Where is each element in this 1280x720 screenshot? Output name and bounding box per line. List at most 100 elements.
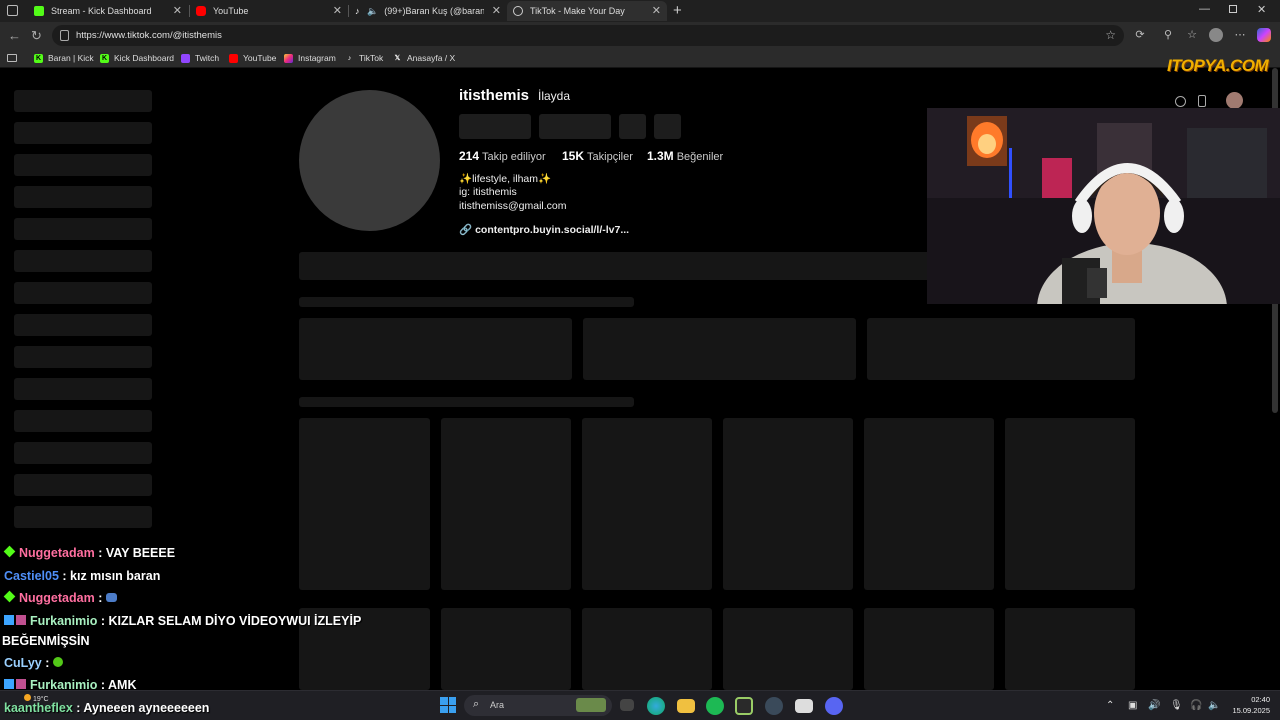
- search-icon: ⌕: [473, 698, 480, 710]
- close-tab-icon[interactable]: ✕: [652, 4, 661, 17]
- device-icon[interactable]: [1198, 95, 1206, 107]
- card-skeleton: [299, 318, 572, 380]
- card-skeleton: [583, 318, 856, 380]
- user-avatar[interactable]: [1226, 92, 1243, 109]
- video-thumbnail[interactable]: [299, 418, 430, 590]
- site-info-icon[interactable]: [60, 30, 69, 41]
- close-tab-icon[interactable]: ✕: [333, 4, 342, 17]
- instagram-icon: [284, 53, 293, 63]
- spotify-icon[interactable]: [706, 697, 724, 715]
- section-title-skeleton: [299, 397, 634, 407]
- bookmark-tiktok[interactable]: ♪ TikTok: [345, 53, 384, 63]
- reading-list-icon[interactable]: [7, 54, 17, 62]
- minimize-icon[interactable]: —: [1199, 3, 1210, 15]
- bookmark-baran-kick[interactable]: K Baran | Kick: [34, 53, 94, 63]
- video-thumbnail[interactable]: [864, 608, 994, 690]
- bookmark-instagram[interactable]: Instagram: [284, 53, 336, 63]
- favorite-star-icon[interactable]: ☆: [1105, 28, 1116, 42]
- followers-count[interactable]: 15K Takipçiler: [562, 149, 633, 163]
- extensions-icon[interactable]: ⟳: [1134, 29, 1146, 41]
- speaker-icon[interactable]: 🔈: [367, 6, 378, 17]
- close-window-icon[interactable]: ✕: [1257, 3, 1266, 16]
- app-window-icon[interactable]: [795, 699, 813, 713]
- bookmark-kick-dashboard[interactable]: K Kick Dashboard: [100, 53, 174, 63]
- chat-badge-icon: [16, 679, 26, 689]
- profile-nickname: İlayda: [538, 89, 571, 103]
- tab-actions-icon[interactable]: [7, 5, 18, 16]
- task-view-icon[interactable]: [620, 699, 634, 711]
- add-friend-button[interactable]: [619, 114, 646, 139]
- chat-badge-icon: [3, 545, 16, 558]
- close-tab-icon[interactable]: ✕: [173, 4, 182, 17]
- tab-label: YouTube: [213, 6, 249, 16]
- tray-app-icon[interactable]: ▣: [1128, 700, 1137, 711]
- profile-avatar[interactable]: [299, 90, 440, 231]
- discord-icon[interactable]: [825, 697, 843, 715]
- taskbar-search[interactable]: ⌕ Ara: [464, 695, 612, 716]
- tab-kick-dashboard[interactable]: Stream - Kick Dashboard ✕: [28, 1, 188, 21]
- follow-button[interactable]: [459, 114, 531, 139]
- video-thumbnail[interactable]: [864, 418, 994, 590]
- chat-badge-icon: [4, 615, 14, 625]
- tiktok-icon: ♪: [355, 6, 360, 16]
- video-thumbnail[interactable]: [582, 418, 712, 590]
- back-icon[interactable]: ←: [8, 28, 21, 43]
- url-text: https://www.tiktok.com/@itisthemis: [76, 30, 222, 41]
- tray-chevron-icon[interactable]: ⌃: [1106, 700, 1114, 711]
- tab-label: TikTok - Make Your Day: [530, 6, 625, 16]
- subtitle-skeleton: [299, 297, 634, 307]
- close-tab-icon[interactable]: ✕: [492, 4, 501, 17]
- profile-avatar[interactable]: [1209, 28, 1223, 42]
- edge-icon[interactable]: [647, 697, 665, 715]
- x-icon: 𝕏: [394, 54, 401, 62]
- youtube-icon: [196, 6, 206, 16]
- tab-tiktok-baran[interactable]: ♪ 🔈 (99+)Baran Kuş (@barankus ✕: [349, 1, 507, 21]
- audio-icon[interactable]: 🎧: [1190, 700, 1202, 711]
- video-thumbnail[interactable]: [723, 418, 853, 590]
- network-icon[interactable]: 🔈: [1208, 700, 1220, 711]
- bio-link[interactable]: 🔗 contentpro.buyin.social/l/-lv7...: [459, 223, 629, 236]
- clock[interactable]: 02:40 15.09.2025: [1228, 694, 1270, 716]
- bio-line: ✨lifestyle, ilham✨: [459, 173, 552, 185]
- favorites-icon[interactable]: ☆: [1186, 29, 1198, 41]
- share-button[interactable]: [654, 114, 681, 139]
- video-thumbnail[interactable]: [582, 608, 712, 690]
- video-thumbnail[interactable]: [1005, 418, 1135, 590]
- microphone-icon[interactable]: 🎙: [1170, 700, 1183, 711]
- bookmark-x[interactable]: 𝕏 Anasayfa / X: [393, 53, 456, 63]
- split-screen-icon[interactable]: ⚲: [1162, 29, 1174, 41]
- maximize-icon[interactable]: [1229, 5, 1237, 13]
- chat-badge-icon: [3, 590, 16, 603]
- coin-icon[interactable]: [1175, 96, 1186, 107]
- tab-tiktok-active[interactable]: TikTok - Make Your Day ✕: [507, 1, 667, 21]
- video-thumbnail[interactable]: [441, 418, 571, 590]
- new-tab-button[interactable]: +: [673, 2, 682, 19]
- video-thumbnail[interactable]: [723, 608, 853, 690]
- bookmark-youtube[interactable]: YouTube: [229, 53, 276, 63]
- url-field[interactable]: https://www.tiktok.com/@itisthemis ☆: [52, 25, 1124, 46]
- start-button[interactable]: [440, 697, 456, 713]
- chat-badge-icon: [16, 615, 26, 625]
- file-explorer-icon[interactable]: [677, 699, 695, 713]
- kick-icon: [34, 6, 44, 16]
- twitch-icon: [181, 53, 190, 63]
- refresh-icon[interactable]: ↻: [31, 28, 42, 44]
- likes-count: 1.3M Beğeniler: [647, 149, 724, 163]
- tiktok-profile-page: itisthemis İlayda 214 Takip ediliyor 15K T…: [0, 56, 1280, 690]
- steam-icon[interactable]: [765, 697, 783, 715]
- video-thumbnail[interactable]: [441, 608, 571, 690]
- emote-icon: [105, 593, 117, 602]
- copilot-icon[interactable]: [1257, 28, 1271, 42]
- following-count[interactable]: 214 Takip ediliyor: [459, 149, 546, 163]
- address-toolbar: ← ↻ https://www.tiktok.com/@itisthemis ☆…: [0, 22, 1280, 49]
- app-icon[interactable]: [735, 697, 753, 715]
- tiktok-icon: ♪: [347, 54, 352, 62]
- more-menu-icon[interactable]: ⋯: [1234, 29, 1246, 41]
- volume-icon[interactable]: 🔊: [1148, 700, 1160, 711]
- video-thumbnail[interactable]: [1005, 608, 1135, 690]
- bookmark-twitch[interactable]: Twitch: [181, 53, 219, 63]
- streamer-camera-image: [927, 108, 1280, 304]
- tab-youtube[interactable]: YouTube ✕: [190, 1, 348, 21]
- chat-message: Castiel05 : kız mısın baran: [4, 569, 161, 583]
- message-button[interactable]: [539, 114, 611, 139]
